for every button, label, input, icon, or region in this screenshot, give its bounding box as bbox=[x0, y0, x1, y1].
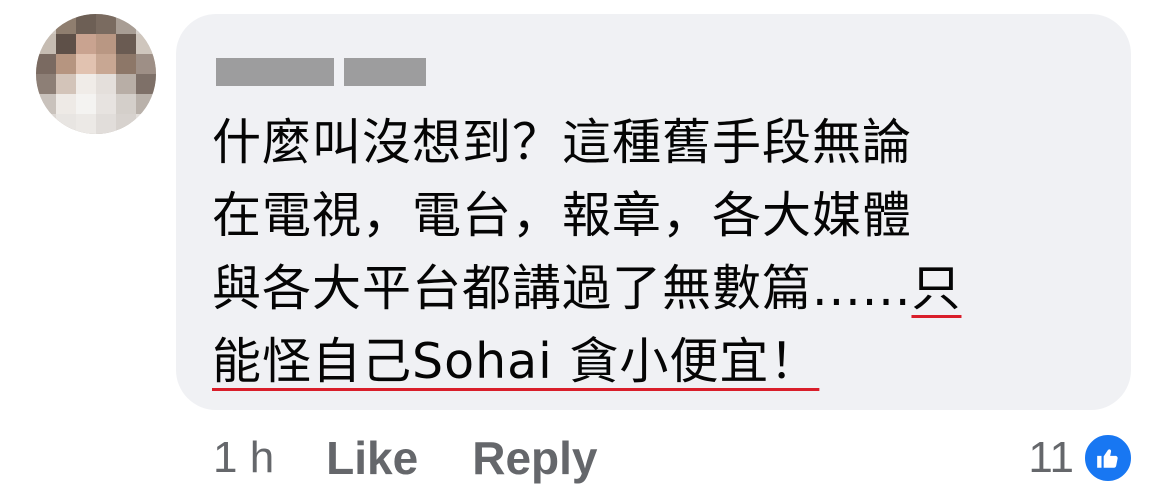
thumbs-up-icon bbox=[1082, 432, 1134, 484]
comment-bubble: 什麼叫沒想到？這種舊手段無論 在電視，電台，報章，各大媒體 與各大平台都講過了無… bbox=[176, 14, 1131, 410]
comment-line-1: 什麼叫沒想到？這種舊手段無論 bbox=[212, 114, 913, 171]
avatar[interactable] bbox=[36, 14, 156, 134]
underlined-text-start: 只 bbox=[911, 260, 962, 317]
author-name-redacted[interactable] bbox=[216, 58, 426, 86]
comment-actions: 1 h Like Reply bbox=[213, 428, 651, 488]
comment-line-2: 在電視，電台，報章，各大媒體 bbox=[212, 187, 913, 244]
underlined-text: 能怪自己Sohai 貪小便宜！ bbox=[212, 333, 820, 390]
reaction-count: 11 bbox=[1028, 433, 1074, 482]
comment-line-3-text: 與各大平台都講過了無數篇...... bbox=[212, 260, 912, 317]
like-button[interactable]: Like bbox=[326, 431, 418, 485]
comment-text: 什麼叫沒想到？這種舊手段無論 在電視，電台，報章，各大媒體 與各大平台都講過了無… bbox=[212, 106, 1092, 398]
reaction-summary[interactable]: 11 bbox=[1028, 428, 1134, 488]
comment-line-3: 與各大平台都講過了無數篇......只 bbox=[212, 252, 1092, 325]
timestamp[interactable]: 1 h bbox=[213, 433, 274, 483]
reply-button[interactable]: Reply bbox=[472, 431, 597, 485]
comment-line-4: 能怪自己Sohai 貪小便宜！ bbox=[212, 325, 1092, 398]
